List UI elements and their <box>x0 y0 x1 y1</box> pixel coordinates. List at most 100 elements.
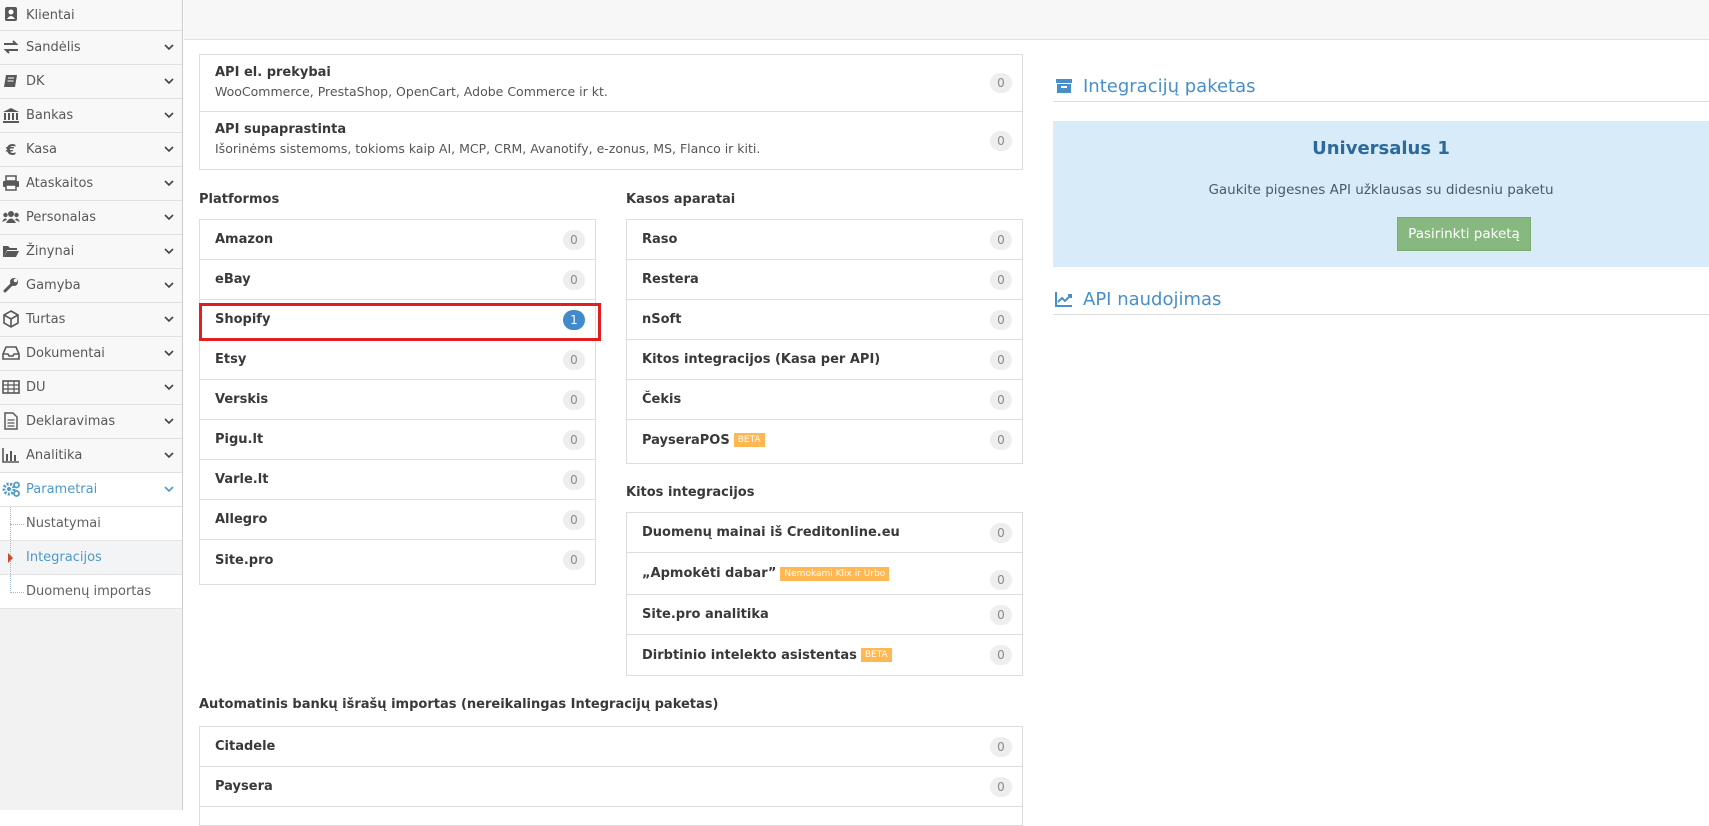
count-badge: 0 <box>563 550 585 570</box>
count-badge: 0 <box>563 469 585 490</box>
platform-row-amazon[interactable]: Amazon 0 <box>200 220 595 260</box>
api-row-simplified[interactable]: API supaprastinta Išorinėms sistemoms, t… <box>200 112 1022 169</box>
sidebar-item-sandelis[interactable]: Sandėlis <box>0 31 182 65</box>
other-row-apmoketi-dabar[interactable]: „Apmokėti dabar” Nemokami Klix ir Urbo 0 <box>627 553 1022 595</box>
sidebar-subitem-integracijos[interactable]: Integracijos <box>0 541 182 575</box>
sidebar-item-du[interactable]: DU <box>0 371 182 405</box>
count-badge: 0 <box>563 389 585 410</box>
sidebar-item-label: Turtas <box>26 312 66 327</box>
count-badge: 0 <box>990 430 1012 450</box>
sidebar-subitem-label: Nustatymai <box>26 516 101 531</box>
bank-row-citadele[interactable]: Citadele 0 <box>200 727 1022 767</box>
count-badge: 0 <box>990 736 1012 757</box>
sidebar-item-ataskaitos[interactable]: Ataskaitos <box>0 167 182 201</box>
users-icon <box>2 211 20 223</box>
platform-row-etsy[interactable]: Etsy 0 <box>200 340 595 380</box>
sidebar-item-dokumentai[interactable]: Dokumentai <box>0 337 182 371</box>
row-label: Restera <box>642 272 699 287</box>
sidebar-item-klientai[interactable]: Klientai <box>0 0 182 31</box>
tree-branch <box>10 592 24 593</box>
sidebar-subitem-nustatymai[interactable]: Nustatymai <box>0 507 182 541</box>
sidebar-item-personalas[interactable]: Personalas <box>0 201 182 235</box>
row-label: Kitos integracijos (Kasa per API) <box>642 352 881 367</box>
row-label: PayseraPOS <box>642 432 730 448</box>
cube-icon <box>3 310 19 328</box>
count-badge: 0 <box>990 130 1012 151</box>
count-badge: 0 <box>990 645 1012 665</box>
sidebar-item-gamyba[interactable]: Gamyba <box>0 269 182 303</box>
inbox-icon <box>2 346 20 360</box>
chevron-down-icon <box>164 44 174 51</box>
count-badge: 0 <box>990 776 1012 797</box>
sidebar-item-zinynai[interactable]: Žinynai <box>0 235 182 269</box>
count-badge: 0 <box>563 509 585 530</box>
platform-row-varle[interactable]: Varle.lt 0 <box>200 460 595 500</box>
sidebar-item-label: Bankas <box>26 108 74 123</box>
count-badge: 1 <box>563 309 585 330</box>
sidebar-item-dk[interactable]: DK <box>0 65 182 99</box>
chevron-down-icon <box>164 282 174 289</box>
platform-row-allegro[interactable]: Allegro 0 <box>200 500 595 540</box>
cash-row-payserapos[interactable]: PayseraPOS BETA 0 <box>627 420 1022 460</box>
book-icon <box>4 75 17 87</box>
promo-tag: Nemokami Klix ir Urbo <box>780 566 890 581</box>
section-title-bank-import: Automatinis bankų išrašų importas (nerei… <box>199 697 719 712</box>
api-row-ecommerce[interactable]: API el. prekybai WooCommerce, PrestaShop… <box>200 55 1022 112</box>
cash-row-nsoft[interactable]: nSoft 0 <box>627 300 1022 340</box>
sidebar-item-label: Žinynai <box>26 244 75 259</box>
api-usage-heading: API naudojimas <box>1053 284 1709 315</box>
cash-row-kasa-per-api[interactable]: Kitos integracijos (Kasa per API) 0 <box>627 340 1022 380</box>
section-title-cash-registers: Kasos aparatai <box>626 192 736 207</box>
sidebar-item-label: Analitika <box>26 448 83 463</box>
sidebar-item-bankas[interactable]: Bankas <box>0 99 182 133</box>
platform-row-shopify[interactable]: Shopify 1 <box>200 300 595 340</box>
platform-row-pigu[interactable]: Pigu.lt 0 <box>200 420 595 460</box>
top-bar <box>184 0 1709 40</box>
other-row-sitepro-analitika[interactable]: Site.pro analitika 0 <box>627 595 1022 635</box>
cash-registers-panel: Raso 0 Restera 0 nSoft 0 Kitos integracijos… <box>626 219 1023 464</box>
count-badge: 0 <box>990 73 1012 93</box>
other-row-creditonline[interactable]: Duomenų mainai iš Creditonline.eu 0 <box>627 513 1022 553</box>
row-label: Duomenų mainai iš Creditonline.eu <box>642 525 900 540</box>
bar-chart-icon <box>2 448 19 463</box>
row-label: Allegro <box>215 512 268 527</box>
sidebar-item-parametrai[interactable]: Parametrai <box>0 473 182 507</box>
package-box: Universalus 1 Gaukite pigesnes API užkla… <box>1053 121 1709 267</box>
sidebar: Klientai Sandėlis DK Bankas € Kasa Atask… <box>0 0 183 810</box>
chevron-down-icon <box>164 146 174 153</box>
sidebar-item-label: Sandėlis <box>26 40 81 55</box>
sidebar-item-label: DU <box>26 380 46 395</box>
bank-row-paysera[interactable]: Paysera 0 <box>200 767 1022 807</box>
sidebar-item-kasa[interactable]: € Kasa <box>0 133 182 167</box>
chevron-down-icon <box>164 452 174 459</box>
table-icon <box>2 380 20 394</box>
count-badge: 0 <box>990 389 1012 410</box>
sidebar-subitem-label: Integracijos <box>26 550 102 565</box>
sidebar-item-label: Klientai <box>26 7 75 23</box>
count-badge: 0 <box>563 229 585 250</box>
chevron-down-icon <box>164 248 174 255</box>
sidebar-item-label: Gamyba <box>26 278 81 293</box>
platforms-panel: Amazon 0 eBay 0 Shopify 1 Etsy 0 Verskis 0 Pi… <box>199 219 596 585</box>
bank-icon <box>3 108 19 123</box>
sidebar-subitem-duomenu-importas[interactable]: Duomenų importas <box>0 575 182 609</box>
platform-row-sitepro[interactable]: Site.pro 0 <box>200 540 595 580</box>
other-row-ai-assistant[interactable]: Dirbtinio intelekto asistentas BETA 0 <box>627 635 1022 675</box>
sidebar-item-label: Ataskaitos <box>26 176 94 191</box>
euro-icon: € <box>5 141 16 158</box>
heading-text: Integracijų paketas <box>1083 75 1256 97</box>
chevron-down-icon <box>164 418 174 425</box>
integration-package-heading: Integracijų paketas <box>1053 71 1709 102</box>
sidebar-item-turtas[interactable]: Turtas <box>0 303 182 337</box>
sidebar-item-analitika[interactable]: Analitika <box>0 439 182 473</box>
archive-icon <box>1056 79 1072 93</box>
platform-row-verskis[interactable]: Verskis 0 <box>200 380 595 420</box>
sidebar-item-deklaravimas[interactable]: Deklaravimas <box>0 405 182 439</box>
platform-row-ebay[interactable]: eBay 0 <box>200 260 595 300</box>
cash-row-raso[interactable]: Raso 0 <box>627 220 1022 260</box>
cash-row-cekis[interactable]: Čekis 0 <box>627 380 1022 420</box>
row-label: „Apmokėti dabar” <box>642 566 777 581</box>
cash-row-restera[interactable]: Restera 0 <box>627 260 1022 300</box>
choose-package-button[interactable]: Pasirinkti paketą <box>1397 217 1531 251</box>
count-badge: 0 <box>563 349 585 370</box>
